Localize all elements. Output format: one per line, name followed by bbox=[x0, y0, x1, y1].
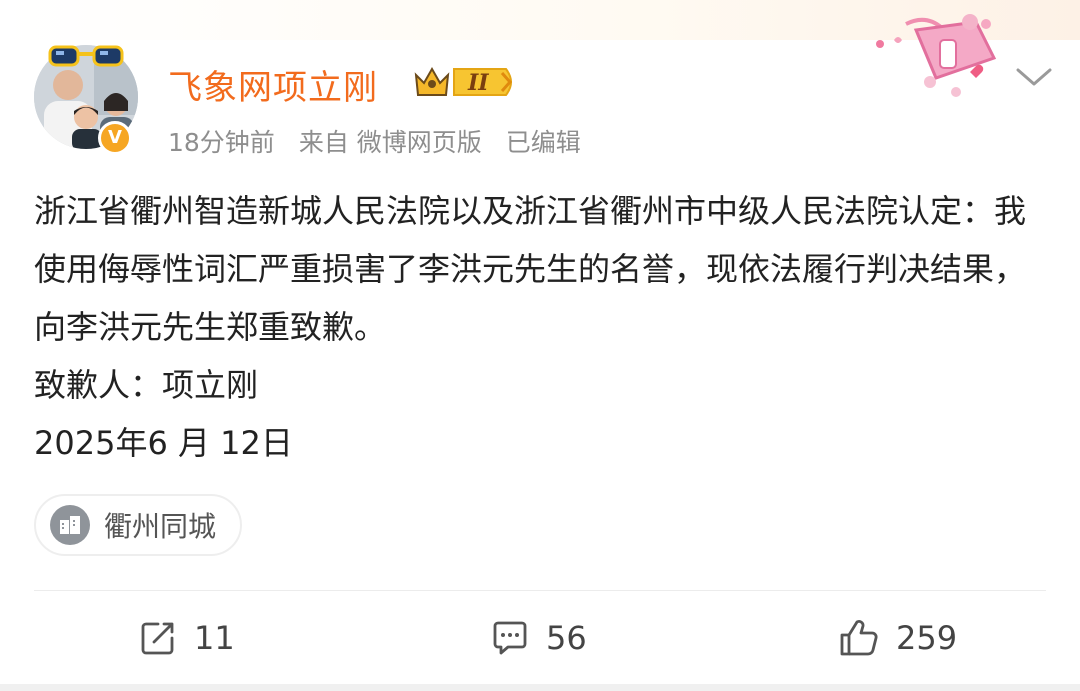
chevron-down-icon[interactable] bbox=[1012, 62, 1056, 92]
post-paragraph: 致歉人：项立刚 bbox=[34, 366, 259, 404]
location-label: 衢州同城 bbox=[104, 510, 217, 543]
post-time: 18分钟前 bbox=[168, 128, 275, 157]
card-decoration-sticker-icon bbox=[876, 14, 997, 97]
bottom-separator bbox=[0, 684, 1080, 691]
like-count: 259 bbox=[896, 619, 958, 657]
post-source[interactable]: 来自 微博网页版 bbox=[299, 123, 482, 159]
comment-button[interactable]: 56 bbox=[490, 612, 587, 664]
badge-level-text: II bbox=[467, 70, 489, 96]
repost-button[interactable]: 11 bbox=[138, 612, 235, 664]
verified-v-icon: V bbox=[98, 121, 132, 155]
comment-count: 56 bbox=[546, 619, 587, 657]
divider bbox=[34, 590, 1046, 591]
location-tag[interactable]: 衢州同城 bbox=[34, 494, 243, 556]
building-icon bbox=[50, 505, 90, 545]
crown-level-badge-icon[interactable]: II bbox=[414, 63, 518, 101]
like-button[interactable]: 259 bbox=[838, 612, 957, 664]
repost-icon bbox=[141, 622, 174, 655]
username[interactable]: 飞象网项立刚 bbox=[168, 60, 378, 109]
comment-icon bbox=[493, 621, 527, 655]
post-paragraph: 2025年6 月 12日 bbox=[34, 424, 293, 462]
post-meta: 18分钟前 来自 微博网页版 已编辑 bbox=[168, 123, 581, 159]
repost-count: 11 bbox=[194, 619, 235, 657]
post-content: 浙江省衢州智造新城人民法院以及浙江省衢州市中级人民法院认定：我使用侮辱性词汇严重… bbox=[34, 182, 1054, 472]
glasses-decoration-icon bbox=[48, 45, 124, 67]
avatar[interactable]: V bbox=[34, 45, 138, 155]
post-edited[interactable]: 已编辑 bbox=[506, 123, 581, 159]
post-paragraph: 浙江省衢州智造新城人民法院以及浙江省衢州市中级人民法院认定：我使用侮辱性词汇严重… bbox=[34, 192, 1027, 346]
thumbs-up-icon bbox=[840, 620, 878, 656]
